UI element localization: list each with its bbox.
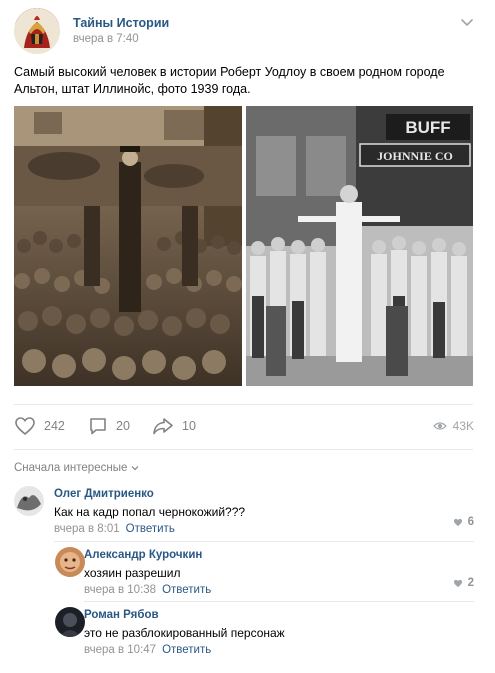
- post-header: Тайны Истории вчера в 7:40: [14, 8, 480, 58]
- comment-meta: вчера в 10:38 Ответить: [84, 584, 211, 596]
- reply-link[interactable]: Ответить: [162, 644, 211, 656]
- comment-divider: [84, 601, 474, 602]
- post-actions: 242 20 10 43K: [14, 413, 480, 439]
- comment-icon: [90, 418, 106, 435]
- comment-like-count: 2: [467, 577, 474, 589]
- comment-meta: вчера в 8:01 Ответить: [54, 523, 175, 535]
- actions-divider: [14, 404, 473, 405]
- comment-meta: вчера в 10:47 Ответить: [84, 644, 211, 656]
- eye-icon: [432, 422, 447, 430]
- post-photos: BUFF JOHNNIE CO: [14, 106, 473, 386]
- group-avatar[interactable]: [14, 8, 60, 54]
- comment: Олег Дмитриенко Как на кадр попал чернок…: [14, 486, 474, 536]
- share-icon: [153, 418, 173, 435]
- comment-divider: [54, 541, 474, 542]
- comment: Роман Рябов это не разблокированный перс…: [55, 607, 474, 657]
- avatar[interactable]: [14, 486, 44, 516]
- comment-like-button[interactable]: 6: [453, 516, 474, 528]
- avatar[interactable]: [55, 607, 85, 637]
- comment-time[interactable]: вчера в 8:01: [54, 523, 120, 535]
- post-timestamp[interactable]: вчера в 7:40: [73, 33, 139, 45]
- comments-sort-dropdown[interactable]: Сначала интересные: [14, 462, 139, 474]
- share-count: 10: [182, 419, 196, 433]
- views-counter: 43K: [432, 413, 474, 439]
- like-count: 242: [44, 419, 65, 433]
- comment-text: хозяин разрешил: [84, 566, 181, 580]
- comment-author[interactable]: Роман Рябов: [84, 609, 159, 621]
- views-count: 43K: [452, 419, 474, 433]
- comment-like-button[interactable]: 2: [453, 577, 474, 589]
- photo-sign-2: JOHNNIE CO: [377, 149, 453, 163]
- comment-count: 20: [116, 419, 130, 433]
- comment: Александр Курочкин хозяин разрешил вчера…: [55, 547, 474, 597]
- comment-text: Как на кадр попал чернокожий???: [54, 505, 246, 519]
- comment-author[interactable]: Александр Курочкин: [84, 549, 202, 561]
- comment-button[interactable]: 20: [88, 413, 130, 439]
- photo-street-bw[interactable]: BUFF JOHNNIE CO: [246, 106, 473, 386]
- share-button[interactable]: 10: [152, 413, 196, 439]
- avatar[interactable]: [55, 547, 85, 577]
- like-button[interactable]: 242: [14, 413, 65, 439]
- post-text: Самый высокий человек в истории Роберт У…: [14, 65, 445, 96]
- heart-icon: [453, 518, 462, 526]
- heart-icon: [453, 579, 462, 587]
- chevron-down-icon: [131, 466, 139, 471]
- comment-author[interactable]: Олег Дмитриенко: [54, 488, 154, 500]
- photo-sign-1: BUFF: [405, 118, 450, 137]
- comment-like-count: 6: [467, 516, 474, 528]
- heart-icon: [15, 417, 35, 435]
- chevron-down-icon[interactable]: [460, 18, 474, 28]
- comments-divider: [14, 449, 473, 450]
- group-name[interactable]: Тайны Истории: [73, 16, 169, 30]
- comment-time[interactable]: вчера в 10:38: [84, 584, 156, 596]
- comment-text: это не разблокированный персонаж: [84, 626, 285, 640]
- sort-label: Сначала интересные: [14, 462, 128, 474]
- reply-link[interactable]: Ответить: [126, 523, 175, 535]
- photo-crowd-sepia[interactable]: [14, 106, 242, 386]
- comment-time[interactable]: вчера в 10:47: [84, 644, 156, 656]
- reply-link[interactable]: Ответить: [162, 584, 211, 596]
